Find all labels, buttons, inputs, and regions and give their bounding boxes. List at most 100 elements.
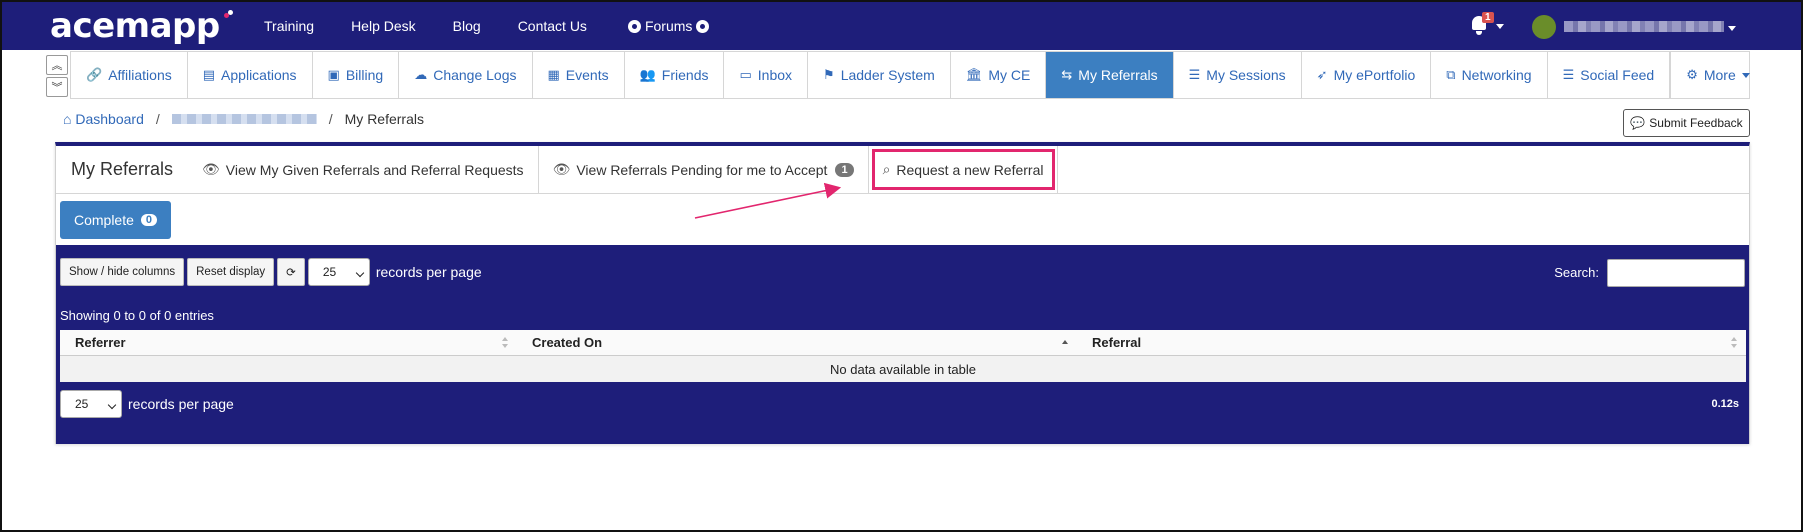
- logo-text: acemapp: [50, 6, 220, 46]
- referrals-panel: My Referrals 👁 View My Given Referrals an…: [55, 142, 1750, 444]
- tab-label: Social Feed: [1580, 67, 1655, 83]
- sort-ascending-icon: [1062, 337, 1069, 349]
- column-label: Referrer: [75, 335, 126, 350]
- reset-display-button[interactable]: Reset display: [187, 258, 275, 286]
- search-input[interactable]: [1607, 259, 1745, 287]
- per-page-value: 25: [75, 397, 89, 411]
- tab-label: Ladder System: [840, 67, 935, 83]
- panel-title: My Referrals: [71, 159, 174, 179]
- sort-icon: [502, 337, 509, 349]
- breadcrumb-separator: /: [328, 111, 333, 127]
- notifications-bell-icon[interactable]: 1: [1470, 12, 1494, 36]
- double-chevron-down-icon: ︾: [51, 82, 63, 94]
- link-icon: 🔗: [86, 67, 103, 82]
- column-created-on[interactable]: Created On: [517, 330, 1077, 355]
- nav-forums[interactable]: Forums: [624, 18, 713, 34]
- tab-friends[interactable]: 👥 Friends: [625, 52, 725, 98]
- refresh-icon: ⟳: [286, 267, 296, 279]
- breadcrumb-user-redacted[interactable]: [171, 114, 317, 124]
- submit-feedback-button[interactable]: 💬 Submit Feedback: [1623, 109, 1750, 137]
- top-navbar: acemapp Training Help Desk Blog Contact …: [2, 2, 1801, 50]
- tab-social-feed[interactable]: ☰ Social Feed: [1548, 52, 1671, 98]
- records-per-page-select-bottom[interactable]: 25: [60, 390, 122, 418]
- tab-ladder-system[interactable]: ⚑ Ladder System: [808, 52, 951, 98]
- load-timing: 0.12s: [1711, 398, 1739, 410]
- nav-training[interactable]: Training: [264, 18, 314, 34]
- tab-label: View Referrals Pending for me to Accept: [576, 161, 828, 178]
- tab-label: Networking: [1461, 67, 1532, 83]
- complete-label: Complete: [73, 212, 134, 228]
- tab-my-referrals[interactable]: ⇆ My Referrals: [1046, 52, 1174, 98]
- datatable-toolbar: Show / hide columns Reset display ⟳ 25 r…: [60, 258, 482, 286]
- tab-given-referrals[interactable]: 👁 View My Given Referrals and Referral Re…: [188, 146, 539, 193]
- feedback-label: Submit Feedback: [1649, 116, 1743, 130]
- chevron-down-icon[interactable]: [1496, 24, 1504, 29]
- tab-pending-referrals[interactable]: 👁 View Referrals Pending for me to Accept…: [539, 146, 869, 193]
- tab-label: My ePortfolio: [1333, 67, 1416, 83]
- money-icon: ▣: [327, 67, 340, 82]
- avatar[interactable]: [1532, 15, 1556, 39]
- records-per-page-select[interactable]: 25: [307, 258, 370, 286]
- collapse-up-button[interactable]: ︽: [46, 55, 68, 75]
- gear-icon: [627, 20, 641, 33]
- complete-filter-button[interactable]: Complete 0: [60, 201, 171, 239]
- nav-help-desk[interactable]: Help Desk: [351, 18, 416, 34]
- top-nav-links: Training Help Desk Blog Contact Us Forum…: [264, 18, 750, 34]
- tab-networking[interactable]: ⧉ Networking: [1431, 52, 1548, 98]
- tab-label: Events: [565, 67, 609, 83]
- tab-label: View My Given Referrals and Referral Req…: [225, 161, 524, 178]
- collapse-down-button[interactable]: ︾: [46, 77, 68, 97]
- list-icon: ☰: [1562, 67, 1575, 82]
- logo-accent-icon: [223, 10, 233, 18]
- tab-request-referral[interactable]: ⌕ Request a new Referral: [869, 146, 1059, 193]
- column-referral[interactable]: Referral: [1077, 330, 1746, 355]
- cloud-icon: ☁: [414, 67, 428, 82]
- nav-blog[interactable]: Blog: [453, 18, 481, 34]
- chevron-down-icon: [1741, 72, 1750, 78]
- pending-count-badge: 1: [835, 162, 854, 177]
- tab-label: Applications: [221, 67, 297, 83]
- tab-inbox[interactable]: ▭ Inbox: [724, 52, 809, 98]
- records-per-page-label: records per page: [375, 264, 482, 280]
- inbox-icon: ▭: [739, 67, 752, 82]
- tab-label: Affiliations: [108, 67, 172, 83]
- chevron-down-icon[interactable]: [1728, 26, 1736, 31]
- tab-more[interactable]: ⚙ More: [1670, 52, 1765, 98]
- tab-applications[interactable]: ▤ Applications: [188, 52, 313, 98]
- username-redacted[interactable]: [1564, 21, 1724, 32]
- users-icon: 👥: [639, 67, 656, 82]
- rocket-icon: ➶: [1316, 67, 1328, 82]
- tab-my-eportfolio[interactable]: ➶ My ePortfolio: [1302, 52, 1432, 98]
- column-label: Created On: [532, 335, 603, 350]
- tab-label: Friends: [661, 67, 709, 83]
- column-label: Referral: [1092, 335, 1142, 350]
- breadcrumb: ⌂ Dashboard / / My Referrals: [63, 111, 424, 127]
- tab-label: Request a new Referral: [896, 161, 1044, 178]
- referrals-datatable: Show / hide columns Reset display ⟳ 25 r…: [56, 245, 1749, 444]
- tab-label: More: [1703, 67, 1736, 83]
- column-referrer[interactable]: Referrer: [60, 330, 517, 355]
- forums-label: Forums: [644, 18, 693, 34]
- tab-label: Change Logs: [433, 67, 517, 83]
- referrals-table: Referrer Created On Referral No data ava…: [60, 330, 1746, 382]
- gear-icon: ⚙: [1686, 67, 1698, 82]
- eye-icon: 👁: [202, 161, 220, 177]
- table-header: Referrer Created On Referral: [60, 330, 1746, 356]
- empty-table-row: No data available in table: [60, 356, 1746, 382]
- datatable-footer: 25 records per page: [60, 390, 234, 418]
- tab-change-logs[interactable]: ☁ Change Logs: [399, 52, 533, 98]
- tab-my-sessions[interactable]: ☰ My Sessions: [1174, 52, 1302, 98]
- breadcrumb-dashboard[interactable]: ⌂ Dashboard: [63, 111, 144, 127]
- tab-affiliations[interactable]: 🔗 Affiliations: [71, 52, 188, 98]
- sitemap-icon: ⧉: [1446, 67, 1456, 82]
- gear-icon: [696, 20, 710, 33]
- tab-billing[interactable]: ▣ Billing: [313, 52, 400, 98]
- main-tabs: 🔗 Affiliations ▤ Applications ▣ Billing ☁ Ch…: [70, 51, 1750, 99]
- tab-my-ce[interactable]: 🏛 My CE: [951, 52, 1047, 98]
- tab-events[interactable]: ▦ Events: [533, 52, 625, 98]
- show-hide-columns-button[interactable]: Show / hide columns: [60, 258, 185, 286]
- nav-contact-us[interactable]: Contact Us: [518, 18, 587, 34]
- home-icon: ⌂: [63, 111, 72, 127]
- acemapp-logo[interactable]: acemapp: [50, 6, 233, 46]
- refresh-button[interactable]: ⟳: [277, 258, 305, 286]
